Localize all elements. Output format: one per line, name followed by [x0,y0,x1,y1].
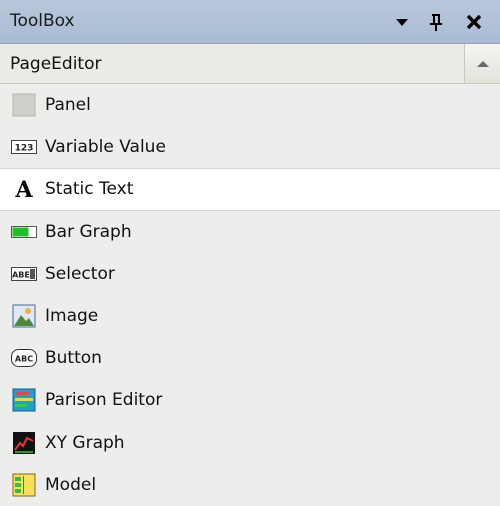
toolbox-item-variable-value[interactable]: 123 Variable Value [0,126,500,168]
variable-value-icon: 123 [11,135,37,159]
toolbox-item-label: Variable Value [45,137,166,158]
toolbox-item-label: XY Graph [45,432,125,453]
parison-editor-icon [11,388,37,412]
category-label: PageEditor [10,54,102,74]
chevron-up-icon [476,60,489,67]
selector-icon: ABE [11,262,37,286]
toolbox-item-label: Bar Graph [45,221,132,242]
dropdown-arrow-icon [396,19,408,26]
toolbox-item-label: Button [45,348,102,369]
toolbox-item-xy-graph[interactable]: XY Graph [0,422,500,464]
panel-icon [11,93,37,117]
toolbox-item-static-text[interactable]: A Static Text [0,168,500,211]
category-header[interactable]: PageEditor [0,44,500,84]
bar-graph-icon [11,220,37,244]
toolbox-item-label: Static Text [45,179,134,200]
svg-text:123: 123 [15,144,34,154]
close-button[interactable] [462,10,486,34]
toolbox-item-button[interactable]: ABC Button [0,337,500,379]
toolbox-item-label: Image [45,306,99,327]
toolbox-item-image[interactable]: Image [0,295,500,337]
model-icon [11,473,37,497]
static-text-icon: A [11,177,37,201]
toolbox-item-label: Panel [45,95,91,116]
svg-text:ABC: ABC [15,355,33,364]
toolbox-item-bar-graph[interactable]: Bar Graph [0,211,500,253]
toolbox-item-label: Parison Editor [45,390,163,411]
close-icon [466,14,482,30]
toolbox-item-selector[interactable]: ABE Selector [0,253,500,295]
pin-icon [430,14,442,31]
image-icon [11,304,37,328]
scroll-up-button[interactable] [464,44,500,83]
toolbox-item-panel[interactable]: Panel [0,84,500,126]
toolbox-item-label: Model [45,474,97,495]
toolbox-item-parison-editor[interactable]: Parison Editor [0,379,500,421]
button-icon: ABC [11,346,37,370]
toolbox-window: ToolBox PageEditor Panel 123 Variable Va… [0,0,500,500]
window-menu-button[interactable] [390,10,414,34]
title-bar: ToolBox [0,0,500,44]
pin-button[interactable] [424,10,448,34]
toolbox-items: Panel 123 Variable Value A Static Text B… [0,84,500,506]
svg-text:ABE: ABE [12,270,30,279]
toolbox-item-label: Selector [45,263,115,284]
window-title: ToolBox [10,11,75,31]
xy-graph-icon [11,431,37,455]
svg-text:A: A [14,177,33,201]
